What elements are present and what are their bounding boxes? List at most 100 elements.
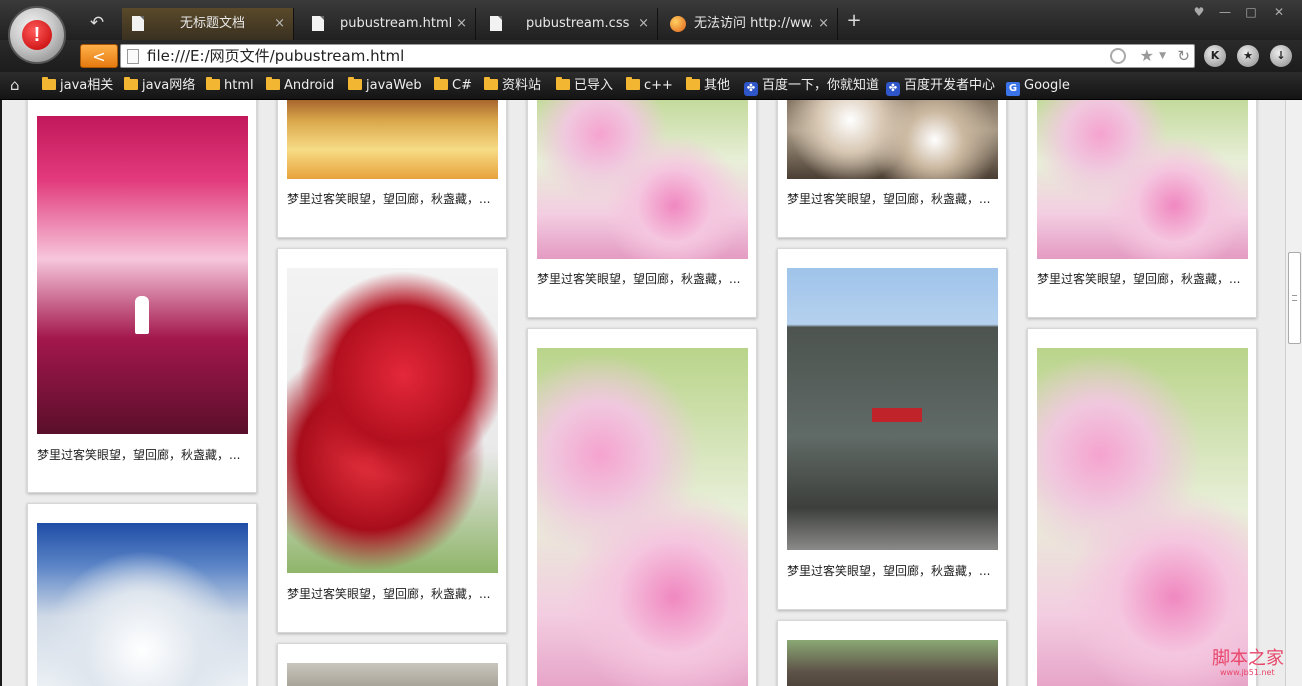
- alert-icon: !: [22, 20, 52, 50]
- home-icon[interactable]: ⌂: [10, 77, 26, 93]
- bookmark-java-network[interactable]: java网络: [124, 72, 195, 100]
- card-image: [1037, 100, 1248, 259]
- image-card[interactable]: [27, 503, 257, 686]
- skin-icon[interactable]: ♥: [1188, 4, 1210, 20]
- card-image: [287, 663, 498, 686]
- bookmark-other[interactable]: 其他: [686, 72, 730, 100]
- page-icon: [312, 16, 324, 31]
- close-tab-icon[interactable]: ×: [638, 8, 649, 40]
- card-image: [537, 100, 748, 259]
- image-card[interactable]: [1027, 328, 1257, 686]
- bookmark-google[interactable]: G Google: [1006, 72, 1070, 100]
- close-window-button[interactable]: ✕: [1268, 4, 1290, 20]
- tab-cannot-access[interactable]: 无法访问 http://ww... ×: [660, 8, 838, 40]
- folder-icon: [686, 77, 700, 90]
- bookmark-cpp[interactable]: c++: [626, 72, 673, 100]
- minimize-button[interactable]: —: [1214, 4, 1236, 20]
- site-favicon-icon: [670, 16, 686, 32]
- image-card[interactable]: 梦里过客笑眼望，望回廊，秋盏藏，...: [777, 248, 1007, 610]
- scrollbar-thumb[interactable]: [1288, 252, 1301, 344]
- image-card[interactable]: 梦里过客笑眼望，望回廊，秋盏藏，...: [527, 100, 757, 318]
- favorites-button[interactable]: ★: [1237, 45, 1259, 67]
- baidu-paw-icon: ✤: [886, 82, 900, 96]
- image-card[interactable]: 梦里过客笑眼望，望回廊，秋盏藏，...: [277, 248, 507, 633]
- page-icon: [490, 16, 502, 31]
- bookmark-java-related[interactable]: java相关: [42, 72, 113, 100]
- title-bar: ↶ 无标题文档 × pubustream.html × pubustream.c…: [0, 0, 1302, 40]
- browser-logo[interactable]: !: [8, 6, 66, 64]
- refresh-icon[interactable]: ↻: [1177, 45, 1190, 67]
- folder-icon: [124, 77, 138, 90]
- card-image: [787, 268, 998, 550]
- bookmark-label: 百度开发者中心: [904, 78, 996, 93]
- bookmark-label: java相关: [60, 78, 114, 93]
- download-button[interactable]: ↓: [1270, 45, 1292, 67]
- card-image: [37, 523, 248, 686]
- bookmark-label: 百度一下，你就知道: [762, 78, 880, 93]
- image-card[interactable]: 梦里过客笑眼望，望回廊，秋盏藏，...: [277, 100, 507, 238]
- folder-icon: [266, 77, 280, 90]
- bookmark-resources[interactable]: 资料站: [484, 72, 541, 100]
- card-caption: 梦里过客笑眼望，望回廊，秋盏藏，...: [537, 272, 741, 286]
- bookmarks-bar: ⌂ java相关 java网络 html Android javaWeb C# …: [0, 72, 1302, 100]
- close-tab-icon[interactable]: ×: [818, 8, 829, 40]
- image-card[interactable]: 梦里过客笑眼望，望回廊，秋盏藏，...: [1027, 100, 1257, 318]
- image-card[interactable]: 梦里过客笑眼望，望回廊，秋盏藏，...: [777, 100, 1007, 238]
- folder-icon: [626, 77, 640, 90]
- bookmark-baidu-developer[interactable]: ✤ 百度开发者中心: [886, 72, 995, 100]
- document-icon: [127, 49, 139, 64]
- bookmark-star-icon[interactable]: ★: [1140, 45, 1154, 67]
- tab-pubustream-html[interactable]: pubustream.html ×: [298, 8, 476, 40]
- folder-icon: [348, 77, 362, 90]
- bookmark-imported[interactable]: 已导入: [556, 72, 613, 100]
- tab-label: pubustream.css: [526, 16, 630, 31]
- card-image: [287, 100, 498, 179]
- google-icon: G: [1006, 82, 1020, 96]
- folder-icon: [206, 77, 220, 90]
- card-image: [537, 348, 748, 686]
- folder-icon: [42, 77, 56, 90]
- undo-close-tab-button[interactable]: ↶: [86, 12, 108, 34]
- tab-label: pubustream.html: [340, 16, 453, 31]
- k-extension-button[interactable]: K: [1204, 45, 1226, 67]
- address-url[interactable]: file:///E:/网页文件/pubustream.html: [147, 45, 404, 67]
- scrollbar-grip-icon: [1292, 295, 1297, 301]
- back-button[interactable]: <: [80, 44, 118, 68]
- compatibility-mode-icon[interactable]: [1110, 48, 1126, 64]
- bookmark-label: 资料站: [502, 78, 542, 93]
- address-bar[interactable]: file:///E:/网页文件/pubustream.html ★ ▼ ↻: [120, 44, 1195, 68]
- bookmark-javaweb[interactable]: javaWeb: [348, 72, 422, 100]
- image-card[interactable]: [527, 328, 757, 686]
- bookmark-label: javaWeb: [366, 78, 422, 93]
- bookmark-label: html: [224, 78, 254, 93]
- bookmark-label: Android: [284, 78, 335, 93]
- tab-pubustream-css[interactable]: pubustream.css ×: [478, 8, 658, 40]
- maximize-button[interactable]: □: [1240, 4, 1262, 20]
- vertical-scrollbar[interactable]: [1285, 100, 1302, 686]
- bookmark-html[interactable]: html: [206, 72, 254, 100]
- new-tab-button[interactable]: +: [845, 12, 863, 30]
- folder-icon: [556, 77, 570, 90]
- card-image: [1037, 348, 1248, 686]
- card-caption: 梦里过客笑眼望，望回廊，秋盏藏，...: [787, 192, 991, 206]
- bookmark-android[interactable]: Android: [266, 72, 334, 100]
- close-tab-icon[interactable]: ×: [456, 8, 467, 40]
- card-caption: 梦里过客笑眼望，望回廊，秋盏藏，...: [1037, 272, 1241, 286]
- chevron-down-icon[interactable]: ▼: [1159, 45, 1166, 67]
- bookmark-csharp[interactable]: C#: [434, 72, 472, 100]
- page-viewport: 梦里过客笑眼望，望回廊，秋盏藏，... 梦里过客笑眼望，望回廊，秋盏藏，... …: [2, 100, 1285, 686]
- bookmark-label: 已导入: [574, 78, 614, 93]
- image-card[interactable]: [777, 620, 1007, 686]
- image-card[interactable]: [277, 643, 507, 686]
- card-caption: 梦里过客笑眼望，望回廊，秋盏藏，...: [37, 448, 241, 462]
- bookmark-label: C#: [452, 78, 472, 93]
- card-image: [787, 640, 998, 686]
- bookmark-label: java网络: [142, 78, 196, 93]
- folder-icon: [434, 77, 448, 90]
- image-card[interactable]: 梦里过客笑眼望，望回廊，秋盏藏，...: [27, 100, 257, 493]
- bookmark-baidu[interactable]: ✤ 百度一下，你就知道: [744, 72, 879, 100]
- close-tab-icon[interactable]: ×: [274, 8, 285, 40]
- folder-icon: [484, 77, 498, 90]
- tab-label: 无标题文档: [180, 16, 246, 31]
- tab-untitled-document[interactable]: 无标题文档 ×: [122, 8, 294, 40]
